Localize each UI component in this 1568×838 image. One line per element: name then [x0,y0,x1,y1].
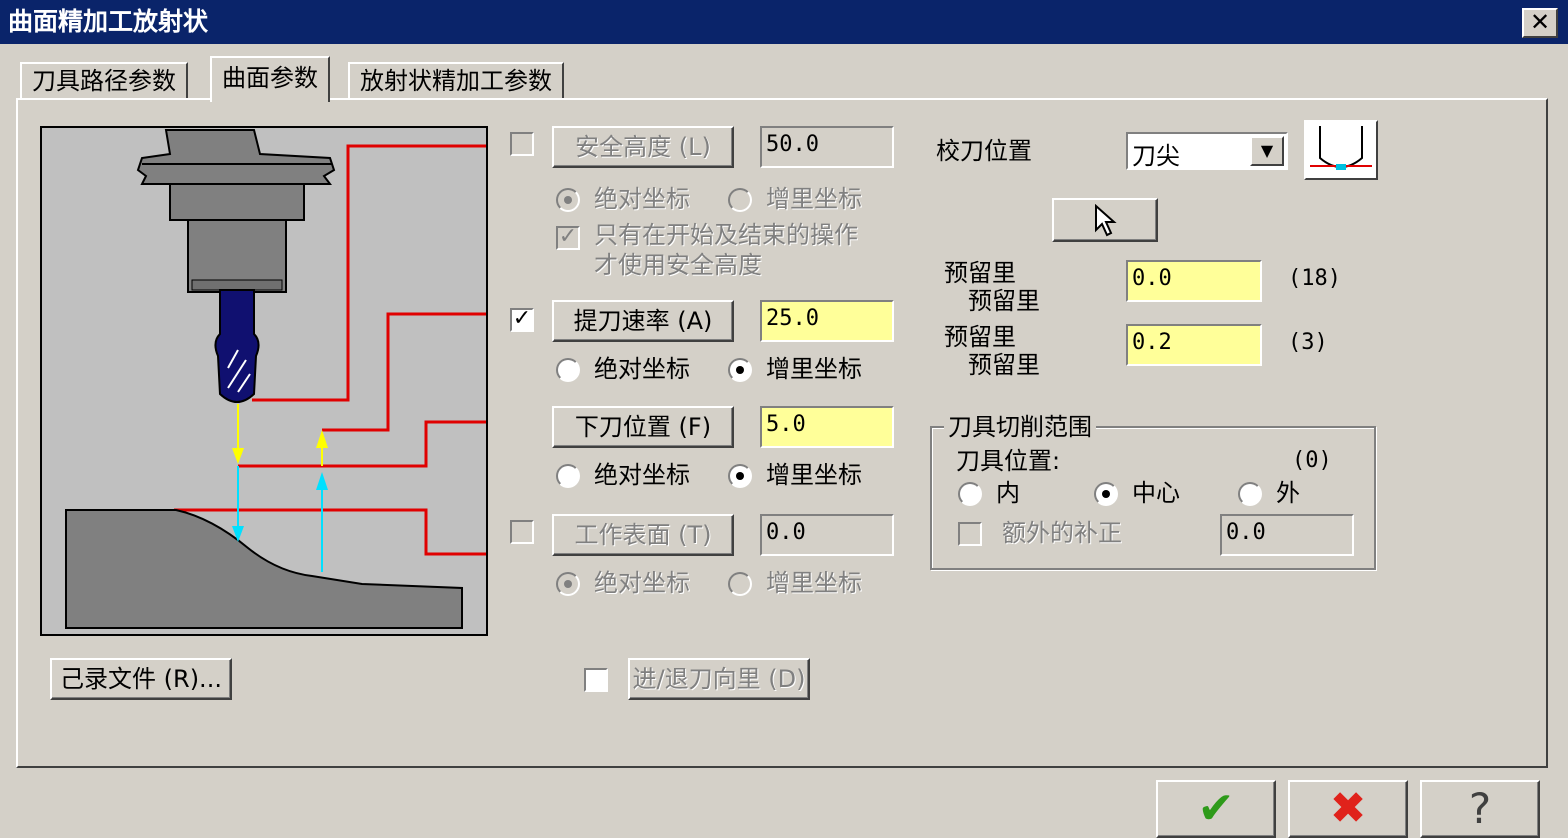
stock-1-label-line2: 预留里 [968,287,1040,315]
pick-button[interactable] [1052,198,1158,242]
close-icon: ✖ [1329,783,1367,834]
tab-label: 曲面参数 [222,64,318,92]
cancel-button[interactable]: ✖ [1288,780,1408,838]
window-title: 曲面精加工放射状 [8,7,209,36]
field-text: 25.0 [766,306,819,331]
entry-exit-button-label: 进/退刀向里 (D) [632,665,806,693]
feed-plane-button[interactable]: 下刀位置 (F) [552,406,734,448]
top-of-stock-button[interactable]: 工作表面 (T) [552,514,734,556]
clearance-absolute-label: 绝对坐标 [594,185,690,213]
help-button[interactable]: ? [1420,780,1540,838]
close-button[interactable]: ✕ [1522,8,1558,38]
clearance-absolute-radio[interactable] [556,188,580,212]
feed-plane-absolute-label: 绝对坐标 [594,461,690,489]
window-title-bar: 曲面精加工放射状 [0,0,1568,44]
retract-button[interactable]: 提刀速率 (A) [552,300,734,342]
tab-label: 放射状精加工参数 [360,67,552,95]
retract-button-label: 提刀速率 (A) [573,307,713,335]
clearance-incremental-radio[interactable] [728,188,752,212]
top-of-stock-checkbox[interactable] [510,520,534,544]
top-of-stock-absolute-label: 绝对坐标 [594,569,690,597]
outside-label: 外 [1276,479,1300,507]
tab-toolpath-parameters[interactable]: 刀具路径参数 [20,62,188,100]
stock-1-label-line1: 预留里 [944,259,1016,287]
top-of-stock-absolute-radio[interactable] [556,572,580,596]
inside-radio[interactable] [958,482,982,506]
ok-button[interactable]: ✔ [1156,780,1276,838]
center-radio[interactable] [1094,482,1118,506]
top-of-stock-incremental-label: 增里坐标 [766,569,862,597]
feed-plane-absolute-radio[interactable] [556,464,580,488]
extra-offset-field[interactable]: 0.0 [1220,514,1354,556]
tool-diagram-svg [65,129,486,629]
tool-tip-preview-icon [1304,120,1378,180]
stock-2-field[interactable]: 0.2 [1126,324,1262,366]
checkmark-icon: ✔ [1197,783,1235,834]
only-start-end-checkbox[interactable]: ✓ [556,226,580,250]
stock-2-label-line1: 预留里 [944,323,1016,351]
entry-exit-button[interactable]: 进/退刀向里 (D) [628,658,810,700]
top-of-stock-value-field[interactable]: 0.0 [760,514,894,556]
tip-comp-label: 校刀位置 [936,137,1032,165]
tip-comp-value: 刀尖 [1132,142,1180,170]
record-file-button[interactable]: 己录文件 (R)... [50,658,232,700]
field-text: 50.0 [766,132,819,157]
field-text: 5.0 [766,412,806,437]
inside-label: 内 [996,479,1020,507]
retract-absolute-label: 绝对坐标 [594,355,690,383]
chevron-down-icon[interactable]: ▼ [1250,136,1284,166]
stock-2-count: (3) [1288,330,1328,355]
only-start-end-label-1: 只有在开始及结束的操作 [594,221,858,249]
retract-checkbox[interactable]: ✓ [510,308,534,332]
stock-2-label-line2: 预留里 [968,351,1040,379]
tip-comp-select[interactable]: 刀尖 ▼ [1126,132,1288,170]
field-text: 0.0 [1132,266,1172,291]
clearance-value-field[interactable]: 50.0 [760,126,894,168]
feed-plane-incremental-radio[interactable] [728,464,752,488]
field-text: 0.0 [1226,520,1266,545]
only-start-end-label-2: 才使用安全高度 [594,251,762,279]
retract-value-field[interactable]: 25.0 [760,300,894,342]
close-icon: ✕ [1529,8,1551,36]
containment-count: (0) [1292,448,1332,473]
clearance-incremental-label: 增里坐标 [766,185,862,213]
feed-plane-incremental-label: 增里坐标 [766,461,862,489]
help-icon: ? [1468,784,1492,833]
field-text: 0.2 [1132,330,1172,355]
cursor-icon [1092,203,1118,244]
clearance-button-label: 安全高度 (L) [575,133,711,161]
retract-incremental-label: 增里坐标 [766,355,862,383]
feed-plane-value-field[interactable]: 5.0 [760,406,894,448]
tab-surface-parameters[interactable]: 曲面参数 [210,56,330,102]
outside-radio[interactable] [1238,482,1262,506]
center-label: 中心 [1132,479,1180,507]
feed-plane-button-label: 下刀位置 (F) [574,413,712,441]
top-of-stock-incremental-radio[interactable] [728,572,752,596]
extra-offset-checkbox[interactable] [958,522,982,546]
tool-position-label: 刀具位置: [956,447,1061,475]
field-text: 0.0 [766,520,806,545]
retract-incremental-radio[interactable] [728,358,752,382]
top-of-stock-button-label: 工作表面 (T) [574,521,712,549]
containment-title: 刀具切削范围 [944,412,1096,442]
extra-offset-label: 额外的补正 [1002,519,1122,547]
clearance-checkbox[interactable] [510,132,534,156]
record-file-button-label: 己录文件 (R)... [60,665,222,693]
entry-exit-checkbox[interactable] [584,668,608,692]
clearance-button[interactable]: 安全高度 (L) [552,126,734,168]
tab-label: 刀具路径参数 [32,67,176,95]
retract-absolute-radio[interactable] [556,358,580,382]
tool-diagram [40,126,488,636]
stock-1-count: (18) [1288,266,1341,291]
tab-radial-finish-parameters[interactable]: 放射状精加工参数 [348,62,564,100]
stock-1-field[interactable]: 0.0 [1126,260,1262,302]
